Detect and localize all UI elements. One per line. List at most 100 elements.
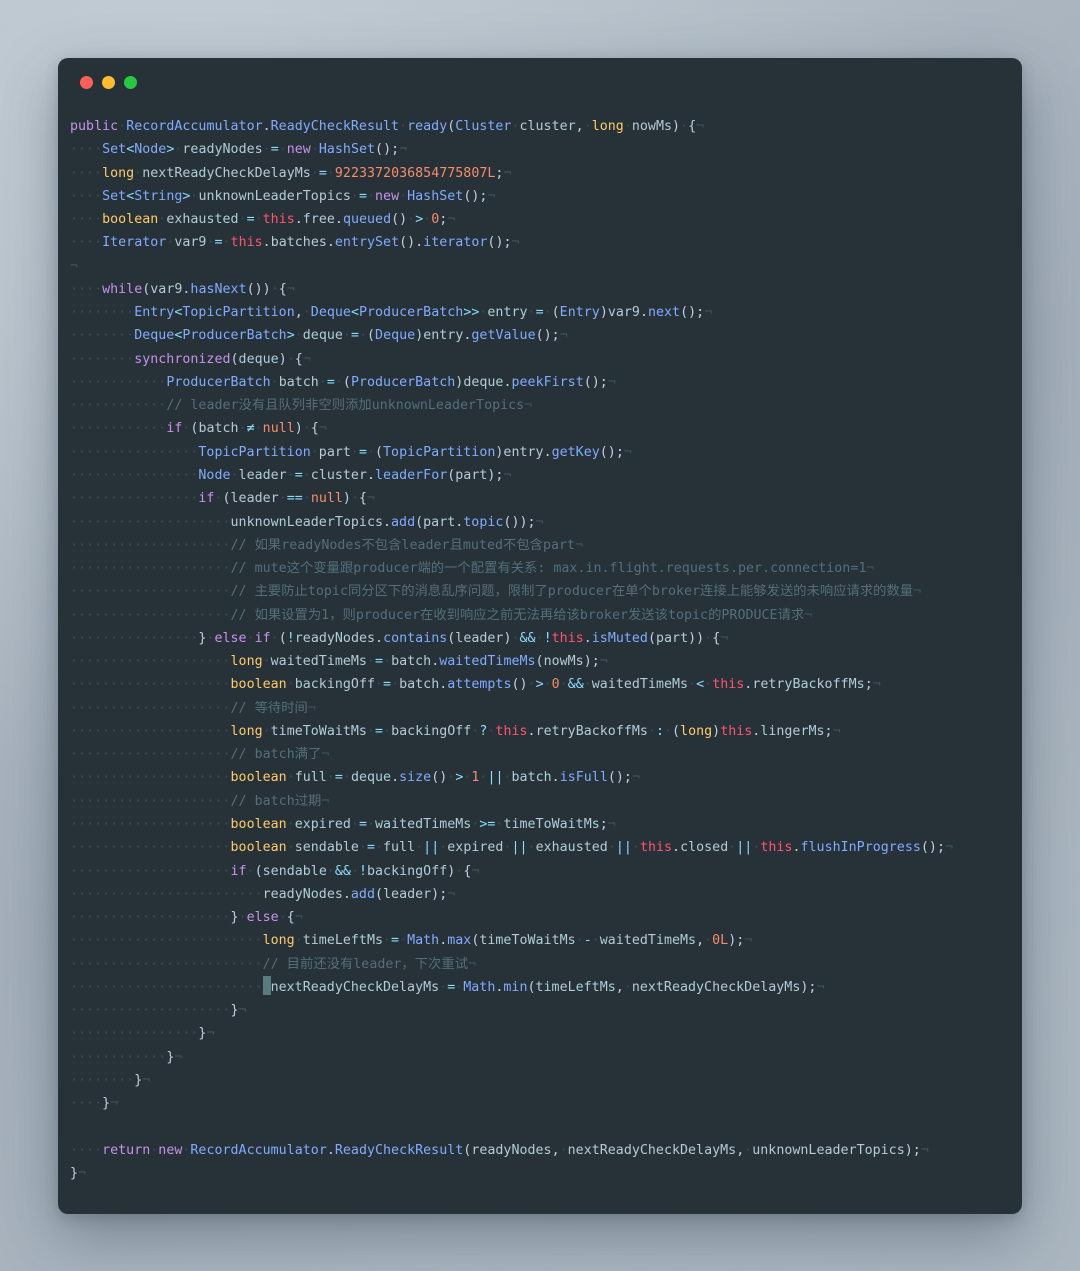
code-line[interactable]: ········Deque<ProducerBatch>·deque·=·(De…	[70, 324, 1022, 347]
indent-guide: ····················	[70, 514, 231, 530]
indent-guide: ····	[70, 281, 103, 297]
code-line[interactable]: ············}¬	[70, 1046, 1022, 1069]
code-comment: // 主要防止topic同分区下的消息乱序问题，限制了producer在单个br…	[230, 584, 914, 600]
indent-guide: ····················	[70, 747, 231, 763]
code-line[interactable]: ····················// 等待时间¬	[70, 697, 1022, 720]
eol-marker: ¬	[503, 165, 512, 181]
code-line[interactable]: ················if·(leader·==·null)·{¬	[70, 487, 1022, 510]
eol-marker: ¬	[559, 328, 568, 344]
indent-guide: ····	[70, 142, 103, 158]
minimize-window-button[interactable]	[102, 75, 115, 89]
indent-guide: ················	[70, 491, 199, 507]
indent-guide: ····················	[70, 654, 231, 670]
indent-guide: ····················	[70, 723, 231, 739]
eol-marker: ¬	[399, 142, 408, 158]
code-line[interactable]: ····Iterator·var9·=·this.batches.entrySe…	[70, 231, 1022, 254]
indent-guide: ········	[70, 351, 135, 367]
code-line[interactable]: ····················// mute这个变量跟producer…	[70, 557, 1022, 580]
eol-marker: ¬	[511, 235, 520, 251]
code-comment: // batch过期	[230, 793, 322, 809]
code-line[interactable]: ················TopicPartition·part·=·(T…	[70, 441, 1022, 464]
code-line[interactable]: }¬	[70, 1162, 1022, 1185]
code-comment: // batch满了	[230, 747, 322, 763]
code-line[interactable]: ····················// 如果设置为1，则producer在…	[70, 604, 1022, 627]
code-line[interactable]: ························long·timeLeftMs·…	[70, 929, 1022, 952]
code-line[interactable]: public·RecordAccumulator.ReadyCheckResul…	[70, 115, 1022, 138]
code-line[interactable]: ············if·(batch·≠·null)·{¬	[70, 417, 1022, 440]
eol-marker: ¬	[487, 188, 496, 204]
code-line[interactable]	[70, 1115, 1022, 1138]
code-line[interactable]: ····Set<String>·unknownLeaderTopics·=·ne…	[70, 185, 1022, 208]
code-line[interactable]: ····}¬	[70, 1092, 1022, 1115]
code-line[interactable]: ········synchronized(deque)·{¬	[70, 348, 1022, 371]
indent-guide: ········	[70, 328, 135, 344]
code-line[interactable]: ····boolean·exhausted·=·this.free.queued…	[70, 208, 1022, 231]
indent-guide: ················	[70, 630, 199, 646]
window-titlebar[interactable]	[58, 58, 1022, 106]
eol-marker: ¬	[696, 119, 705, 134]
indent-guide: ········	[70, 305, 135, 321]
eol-marker: ¬	[704, 305, 713, 321]
indent-guide: ····················	[70, 584, 231, 600]
indent-guide: ························	[70, 956, 263, 972]
eol-marker: ¬	[302, 351, 311, 367]
code-line[interactable]: ············ProducerBatch·batch·=·(Produ…	[70, 371, 1022, 394]
maximize-window-button[interactable]	[124, 75, 137, 89]
eol-marker: ¬	[866, 561, 875, 577]
code-content[interactable]: public·RecordAccumulator.ReadyCheckResul…	[58, 106, 1022, 1185]
code-line[interactable]: ····················// 如果readyNodes不包含le…	[70, 534, 1022, 557]
eol-marker: ¬	[142, 1072, 151, 1088]
code-line[interactable]: ····return·new·RecordAccumulator.ReadyCh…	[70, 1139, 1022, 1162]
indent-guide: ····	[70, 212, 103, 228]
code-line[interactable]: ····················boolean·backingOff·=…	[70, 673, 1022, 696]
code-line[interactable]: ····················}¬	[70, 999, 1022, 1022]
code-line[interactable]: ····················boolean·full·=·deque…	[70, 766, 1022, 789]
eol-marker: ¬	[471, 863, 480, 879]
code-line[interactable]: ····················boolean·sendable·=·f…	[70, 836, 1022, 859]
indent-guide: ····	[70, 235, 103, 251]
code-comment: // leader没有且队列非空则添加unknownLeaderTopics	[166, 398, 525, 414]
eol-marker: ¬	[78, 1165, 87, 1181]
code-line[interactable]: ····················long·waitedTimeMs·=·…	[70, 650, 1022, 673]
code-line[interactable]: ····while(var9.hasNext())·{¬	[70, 278, 1022, 301]
code-editor-window: public·RecordAccumulator.ReadyCheckResul…	[58, 58, 1022, 1214]
code-line[interactable]: ················Node·leader·=·cluster.le…	[70, 464, 1022, 487]
eol-marker: ¬	[307, 700, 316, 716]
code-line[interactable]: ····Set<Node>·readyNodes·=·new·HashSet()…	[70, 138, 1022, 161]
code-line[interactable]: ····················unknownLeaderTopics.…	[70, 511, 1022, 534]
code-line[interactable]: ········Entry<TopicPartition,·Deque<Prod…	[70, 301, 1022, 324]
indent-guide: ····················	[70, 700, 231, 716]
code-line[interactable]: ························ nextReadyCheckDe…	[70, 975, 1022, 999]
code-line[interactable]: ····················long·timeToWaitMs·=·…	[70, 720, 1022, 743]
eol-marker: ¬	[920, 1142, 929, 1158]
indent-guide: ····················	[70, 607, 231, 623]
equality-operator: ==	[286, 491, 303, 507]
code-line[interactable]: ····················// batch过期¬	[70, 790, 1022, 813]
eol-marker: ¬	[944, 840, 954, 856]
code-line[interactable]: ························// 目前还没有leader，下…	[70, 953, 1022, 976]
indent-guide: ············	[70, 374, 167, 390]
eol-marker: ¬	[70, 258, 79, 274]
code-line[interactable]: ····long·nextReadyCheckDelayMs·=·9223372…	[70, 162, 1022, 185]
eol-marker: ¬	[321, 793, 330, 809]
code-line[interactable]: ············// leader没有且队列非空则添加unknownLe…	[70, 394, 1022, 417]
eol-marker: ¬	[623, 444, 632, 460]
code-line[interactable]: ····················}·else·{¬	[70, 906, 1022, 929]
code-line[interactable]: ················}¬	[70, 1022, 1022, 1045]
eol-marker: ¬	[367, 491, 376, 507]
close-window-button[interactable]	[80, 75, 93, 89]
code-line[interactable]: ····················if·(sendable·&&·!bac…	[70, 860, 1022, 883]
eol-marker: ¬	[575, 537, 584, 553]
eol-marker: ¬	[110, 1096, 119, 1112]
code-line[interactable]: ····················// batch满了¬	[70, 743, 1022, 766]
code-line[interactable]: ························readyNodes.add(l…	[70, 883, 1022, 906]
indent-guide: ················	[70, 444, 199, 460]
eol-marker: ¬	[468, 956, 477, 972]
eol-marker: ¬	[206, 1026, 215, 1042]
code-line[interactable]: ················}·else·if·(!readyNodes.c…	[70, 627, 1022, 650]
code-line[interactable]: ····················// 主要防止topic同分区下的消息乱…	[70, 580, 1022, 603]
code-line[interactable]: ········}¬	[70, 1069, 1022, 1092]
code-line[interactable]: ····················boolean·expired·=·wa…	[70, 813, 1022, 836]
text-cursor	[262, 975, 271, 995]
code-line[interactable]: ¬	[70, 255, 1022, 278]
